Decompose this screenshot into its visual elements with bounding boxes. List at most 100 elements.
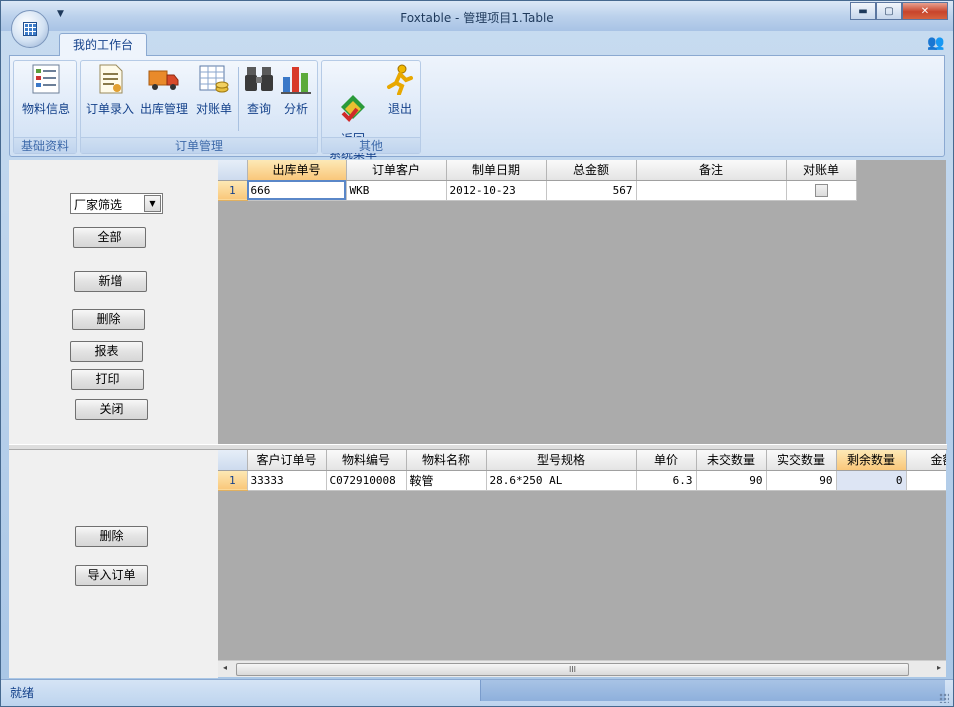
application-menu-button[interactable] xyxy=(11,10,49,48)
query-button[interactable]: 查询 xyxy=(241,63,277,117)
import-order-button[interactable]: 导入订单 xyxy=(75,565,148,586)
tab-my-workbench[interactable]: 我的工作台 xyxy=(59,33,147,56)
filter-combo-value: 厂家筛选 xyxy=(74,198,123,212)
top-data-grid[interactable]: 出库单号 订单客户 制单日期 总金额 备注 对账单 1 666 WKB 2012… xyxy=(218,160,946,444)
scroll-thumb[interactable]: III xyxy=(236,663,909,676)
ribbon-tab-strip: 我的工作台 👥 xyxy=(9,31,945,56)
delete-detail-button[interactable]: 删除 xyxy=(75,526,148,547)
column-header[interactable]: 剩余数量 xyxy=(836,450,907,471)
column-header[interactable]: 总金额 xyxy=(546,160,637,181)
table-cell[interactable]: 6.3 xyxy=(636,470,697,491)
outbound-table: 出库单号 订单客户 制单日期 总金额 备注 对账单 1 666 WKB 2012… xyxy=(218,160,857,201)
delete-button[interactable]: 删除 xyxy=(72,309,145,330)
column-header[interactable]: 型号规格 xyxy=(486,450,637,471)
exit-label: 退出 xyxy=(387,102,412,116)
analysis-button[interactable]: 分析 xyxy=(277,63,315,117)
detail-table: 客户订单号 物料编号 物料名称 型号规格 单价 未交数量 实交数量 剩余数量 金… xyxy=(218,450,946,491)
row-number[interactable]: 1 xyxy=(218,470,248,491)
list-icon xyxy=(30,63,62,95)
ribbon-group-order-management: 订单录入 出库管理 对账单 查询 分析 订单管理 xyxy=(80,60,318,154)
order-entry-button[interactable]: 订单录入 xyxy=(83,63,137,117)
ribbon: 物料信息 基础资料 订单录入 出库管理 对账单 查询 分析 订单管理 系统菜单 … xyxy=(9,55,945,161)
statement-label: 对账单 xyxy=(195,102,232,116)
column-header[interactable]: 出库单号 xyxy=(247,160,347,181)
column-header[interactable]: 订单客户 xyxy=(346,160,447,181)
material-info-label: 物料信息 xyxy=(21,102,70,116)
query-label: 查询 xyxy=(246,102,271,116)
chevron-down-icon[interactable]: ▼ xyxy=(144,195,161,212)
row-number[interactable]: 1 xyxy=(218,180,248,201)
bottom-button-panel: 删除 导入订单 xyxy=(9,450,218,678)
window-title: Foxtable - 管理项目1.Table xyxy=(400,11,554,25)
bottom-data-grid[interactable]: 客户订单号 物料编号 物料名称 型号规格 单价 未交数量 实交数量 剩余数量 金… xyxy=(218,450,946,660)
column-header[interactable]: 金额 xyxy=(906,450,946,471)
return-arrow-icon xyxy=(337,78,369,122)
scroll-left-icon[interactable]: ◂ xyxy=(223,663,227,672)
ribbon-group-basic-data: 物料信息 基础资料 xyxy=(13,60,77,154)
table-cell[interactable]: 0 xyxy=(836,470,907,491)
users-icon[interactable]: 👥 xyxy=(927,35,945,51)
statement-checkbox[interactable] xyxy=(814,184,828,197)
maximize-button[interactable]: ▢ xyxy=(876,2,902,20)
spreadsheet-coins-icon xyxy=(198,63,230,95)
table-cell[interactable] xyxy=(786,180,857,201)
print-button[interactable]: 打印 xyxy=(71,369,144,390)
column-header[interactable]: 对账单 xyxy=(786,160,857,181)
table-cell[interactable] xyxy=(636,180,787,201)
horizontal-scrollbar[interactable]: ◂ III ▸ xyxy=(218,660,946,677)
group-label-basic-data: 基础资料 xyxy=(14,137,76,153)
outbound-management-label: 出库管理 xyxy=(139,102,188,116)
table-cell[interactable]: 33333 xyxy=(247,470,327,491)
statement-button[interactable]: 对账单 xyxy=(191,63,237,117)
table-row[interactable]: 1 33333 C072910008 鞍管 28.6*250 AL 6.3 90… xyxy=(218,470,946,491)
manufacturer-filter-combo[interactable]: 厂家筛选 ▼ xyxy=(70,193,163,214)
column-header[interactable]: 物料名称 xyxy=(406,450,487,471)
table-cell[interactable] xyxy=(906,470,946,491)
column-header[interactable]: 物料编号 xyxy=(326,450,407,471)
table-cell[interactable]: WKB xyxy=(346,180,447,201)
running-man-icon xyxy=(384,63,416,96)
table-cell[interactable]: 28.6*250 AL xyxy=(486,470,637,491)
table-cell[interactable]: 2012-10-23 xyxy=(446,180,547,201)
scroll-right-icon[interactable]: ▸ xyxy=(937,663,941,672)
column-header[interactable]: 单价 xyxy=(636,450,697,471)
table-cell[interactable]: 567 xyxy=(546,180,637,201)
resize-grip-icon[interactable] xyxy=(939,693,949,703)
column-header[interactable]: 备注 xyxy=(636,160,787,181)
status-pane xyxy=(480,680,945,701)
group-label-order-management: 订单管理 xyxy=(81,137,317,153)
analysis-label: 分析 xyxy=(283,102,308,116)
truck-icon xyxy=(148,63,180,95)
table-cell[interactable]: 90 xyxy=(766,470,837,491)
outbound-management-button[interactable]: 出库管理 xyxy=(137,63,191,117)
material-info-button[interactable]: 物料信息 xyxy=(18,63,74,117)
ribbon-separator xyxy=(238,67,239,131)
group-label-other: 其他 xyxy=(322,137,420,153)
grid-corner[interactable] xyxy=(218,160,248,181)
title-bar: ▼ Foxtable - 管理项目1.Table ▬ ▢ ✕ xyxy=(1,1,953,31)
table-row[interactable]: 1 666 WKB 2012-10-23 567 xyxy=(218,180,857,201)
column-header[interactable]: 制单日期 xyxy=(446,160,547,181)
ribbon-group-other: 返回 系统菜单 退出 其他 xyxy=(321,60,421,161)
top-button-panel: 厂家筛选 ▼ 全部 新增 删除 报表 打印 关闭 xyxy=(9,160,218,444)
exit-button[interactable]: 退出 xyxy=(382,63,418,117)
table-cell[interactable]: C072910008 xyxy=(326,470,407,491)
report-button[interactable]: 报表 xyxy=(70,341,143,362)
close-button[interactable]: ✕ xyxy=(902,2,948,20)
table-cell[interactable]: 鞍管 xyxy=(406,470,487,491)
grid-corner[interactable] xyxy=(218,450,248,471)
table-cell[interactable]: 90 xyxy=(696,470,767,491)
column-header[interactable]: 客户订单号 xyxy=(247,450,327,471)
bar-chart-icon xyxy=(280,63,312,95)
table-icon xyxy=(23,22,37,36)
add-button[interactable]: 新增 xyxy=(74,271,147,292)
column-header[interactable]: 实交数量 xyxy=(766,450,837,471)
document-icon xyxy=(94,63,126,95)
minimize-button[interactable]: ▬ xyxy=(850,2,876,20)
table-cell[interactable]: 666 xyxy=(247,180,347,201)
close-form-button[interactable]: 关闭 xyxy=(75,399,148,420)
show-all-button[interactable]: 全部 xyxy=(73,227,146,248)
status-text: 就绪 xyxy=(10,686,35,700)
column-header[interactable]: 未交数量 xyxy=(696,450,767,471)
app-window: ▼ Foxtable - 管理项目1.Table ▬ ▢ ✕ 我的工作台 👥 物… xyxy=(0,0,954,707)
